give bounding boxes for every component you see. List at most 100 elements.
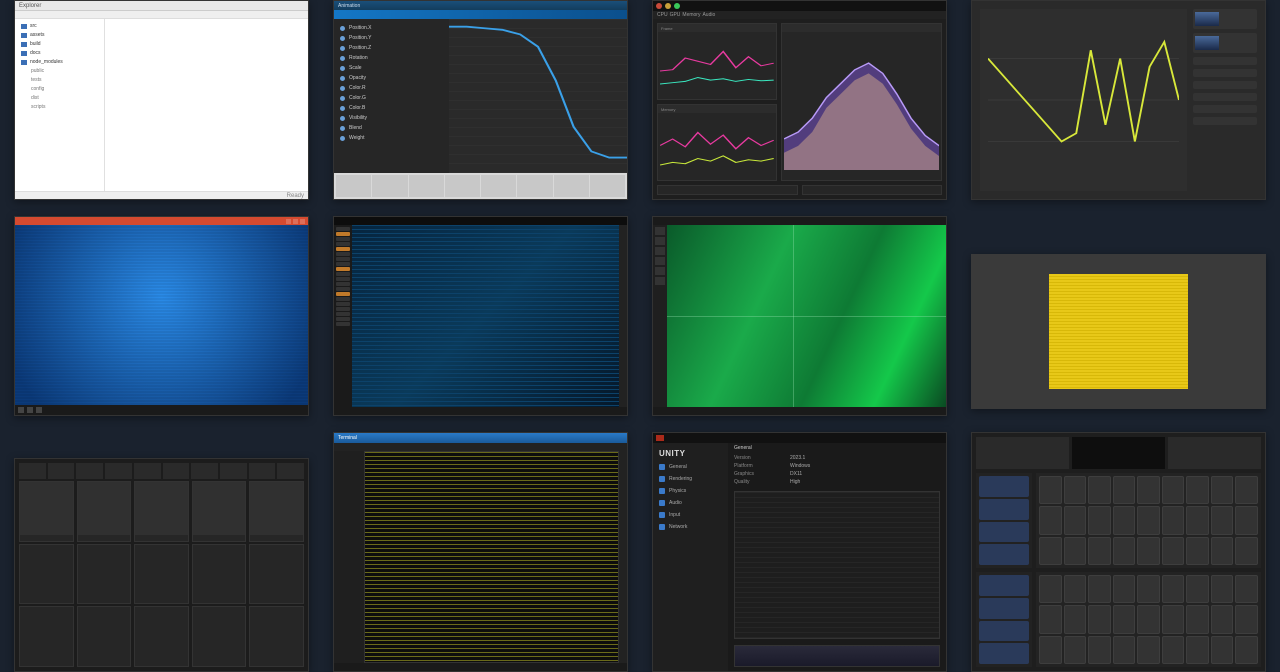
tool-icon[interactable] [655,257,665,265]
track-row[interactable]: Color.G [340,93,443,103]
track-row[interactable]: Rotation [340,53,443,63]
preview-card[interactable] [1193,9,1257,29]
track-row[interactable]: Scale [340,63,443,73]
key[interactable] [1235,537,1258,565]
terminal-output[interactable] [352,225,619,407]
sidebar[interactable] [334,451,364,663]
asset-row[interactable] [19,481,304,542]
thumb-ide-olive[interactable]: Terminal [333,432,628,672]
key[interactable] [1064,605,1087,633]
key[interactable] [1186,537,1209,565]
track-row[interactable]: Position.Y [340,33,443,43]
key[interactable] [1064,537,1087,565]
track-row[interactable]: Position.Z [340,43,443,53]
key[interactable] [1088,605,1111,633]
tab[interactable]: Audio [702,12,715,18]
key[interactable] [1137,575,1160,603]
key[interactable] [1235,476,1258,504]
min-icon[interactable] [665,3,671,9]
key[interactable] [1064,506,1087,534]
asset-cell[interactable] [249,606,304,667]
key[interactable] [1113,575,1136,603]
preview-card[interactable] [1193,33,1257,53]
tool-icon[interactable] [655,227,665,235]
file-tree[interactable]: src assets build docs node_modules publi… [15,19,105,191]
ctrl-btn[interactable] [979,499,1029,520]
tree-item[interactable]: node_modules [21,59,98,65]
key[interactable] [1137,605,1160,633]
task-icon[interactable] [27,407,33,413]
tree-item[interactable]: build [21,41,98,47]
timeline-strip[interactable] [734,645,940,667]
desktop-area[interactable] [15,225,308,405]
asset-cell[interactable] [134,606,189,667]
max-icon[interactable] [293,219,298,224]
tab[interactable]: CPU [657,12,668,18]
thumb-yellow-rect[interactable] [971,254,1266,409]
nav-item[interactable]: Network [659,524,722,530]
viewport[interactable] [667,225,946,407]
control-panel[interactable] [976,572,1032,667]
tool-icon[interactable] [655,277,665,285]
start-icon[interactable] [18,407,24,413]
nav-item[interactable]: Physics [659,488,722,494]
nav-sidebar[interactable]: UNITY General Rendering Physics Audio In… [653,443,728,671]
chart-frame[interactable]: Frame [657,23,777,100]
key[interactable] [1137,506,1160,534]
thumb-desktop[interactable] [14,216,309,416]
tree-item[interactable]: src [21,23,98,29]
key[interactable] [1039,506,1062,534]
key[interactable] [1211,575,1234,603]
ctrl-btn[interactable] [979,621,1029,642]
ctrl-btn[interactable] [979,643,1029,664]
key[interactable] [1039,476,1062,504]
key[interactable] [1162,575,1185,603]
key[interactable] [1137,537,1160,565]
asset-cell[interactable] [77,544,132,605]
tree-item[interactable]: config [31,86,98,92]
tool-icon[interactable] [655,237,665,245]
track-row[interactable]: Weight [340,133,443,143]
key[interactable] [1064,575,1087,603]
tree-item[interactable]: assets [21,32,98,38]
key[interactable] [1039,537,1062,565]
key[interactable] [1235,605,1258,633]
asset-cell[interactable] [134,544,189,605]
ctrl-btn[interactable] [979,476,1029,497]
asset-cell[interactable] [19,544,74,605]
asset-cell[interactable] [192,606,247,667]
track-row[interactable]: Blend [340,123,443,133]
key[interactable] [1162,537,1185,565]
key[interactable] [1088,575,1111,603]
key[interactable] [1113,537,1136,565]
ctrl-btn[interactable] [979,575,1029,596]
tool-icon[interactable] [655,247,665,255]
tab-bar[interactable]: CPU GPU Memory Audio [653,11,946,19]
tree-item[interactable]: docs [21,50,98,56]
toolbox[interactable] [653,225,667,407]
key[interactable] [1088,476,1111,504]
key[interactable] [1186,476,1209,504]
ctrl-btn[interactable] [979,544,1029,565]
scrollbar[interactable] [619,451,627,663]
nav-item[interactable]: Audio [659,500,722,506]
track-row[interactable]: Color.B [340,103,443,113]
key[interactable] [1113,506,1136,534]
terminal-output[interactable] [364,451,619,663]
thumb-terminal-cyan[interactable] [333,216,628,416]
tree-item[interactable]: dist [31,95,98,101]
tree-item[interactable]: public [31,68,98,74]
asset-cell[interactable] [77,481,132,542]
thumb-curve-editor[interactable]: Animation Position.X Position.Y Position… [333,0,628,200]
key[interactable] [1088,506,1111,534]
chart-memory[interactable]: Memory [657,104,777,181]
key[interactable] [1211,605,1234,633]
key[interactable] [1211,537,1234,565]
line-chart[interactable] [980,9,1187,191]
control-panel[interactable] [976,473,1032,568]
tree-item[interactable]: scripts [31,104,98,110]
asset-cell[interactable] [77,606,132,667]
ctrl-btn[interactable] [979,598,1029,619]
thumb-file-explorer[interactable]: Explorer src assets build docs node_modu… [14,0,309,200]
tab[interactable]: GPU [670,12,681,18]
